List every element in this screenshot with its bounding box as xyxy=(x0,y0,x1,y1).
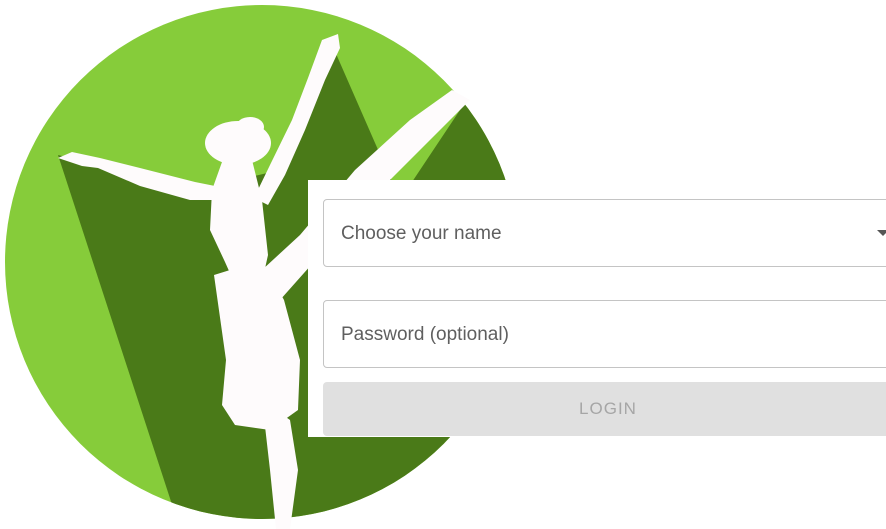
password-input[interactable] xyxy=(341,323,871,347)
login-screen: Choose your name LOGIN xyxy=(0,0,886,529)
login-button[interactable]: LOGIN xyxy=(323,382,886,436)
chevron-down-icon[interactable] xyxy=(877,230,886,236)
login-form: Choose your name LOGIN xyxy=(308,180,886,437)
name-select-placeholder: Choose your name xyxy=(341,223,502,244)
name-select[interactable]: Choose your name xyxy=(323,199,886,267)
password-field[interactable] xyxy=(323,300,886,368)
